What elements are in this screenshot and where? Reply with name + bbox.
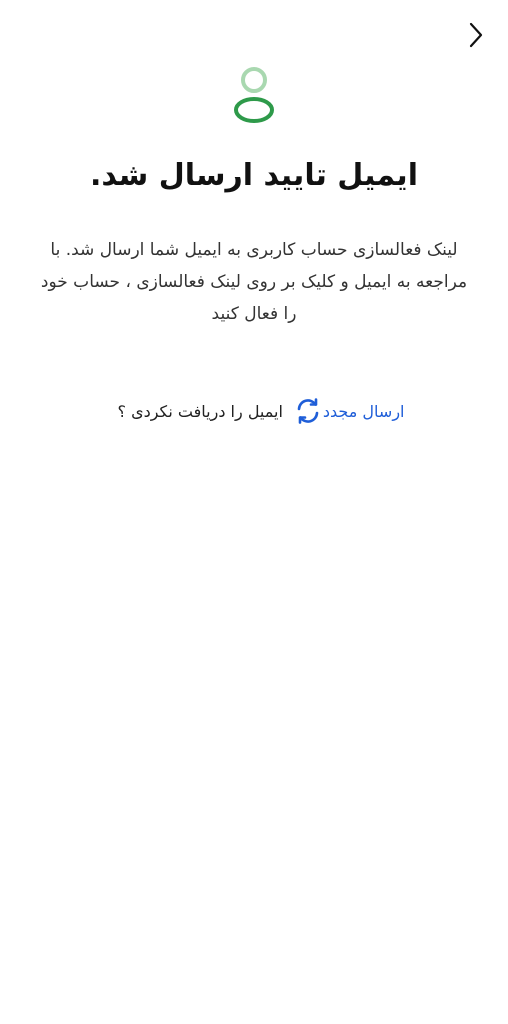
resend-link[interactable]: ارسال مجدد xyxy=(323,402,405,421)
page-title: ایمیل تایید ارسال شد. xyxy=(90,158,418,193)
chevron-right-icon xyxy=(469,22,483,48)
refresh-icon[interactable] xyxy=(293,396,323,426)
resend-row: ایمیل را دریافت نکردی ؟ ارسال مجدد xyxy=(0,396,508,426)
user-icon xyxy=(230,64,278,128)
resend-question: ایمیل را دریافت نکردی ؟ xyxy=(117,401,283,421)
description-text: لینک فعالسازی حساب کاربری به ایمیل شما ا… xyxy=(40,240,468,324)
back-button[interactable] xyxy=(464,18,488,52)
